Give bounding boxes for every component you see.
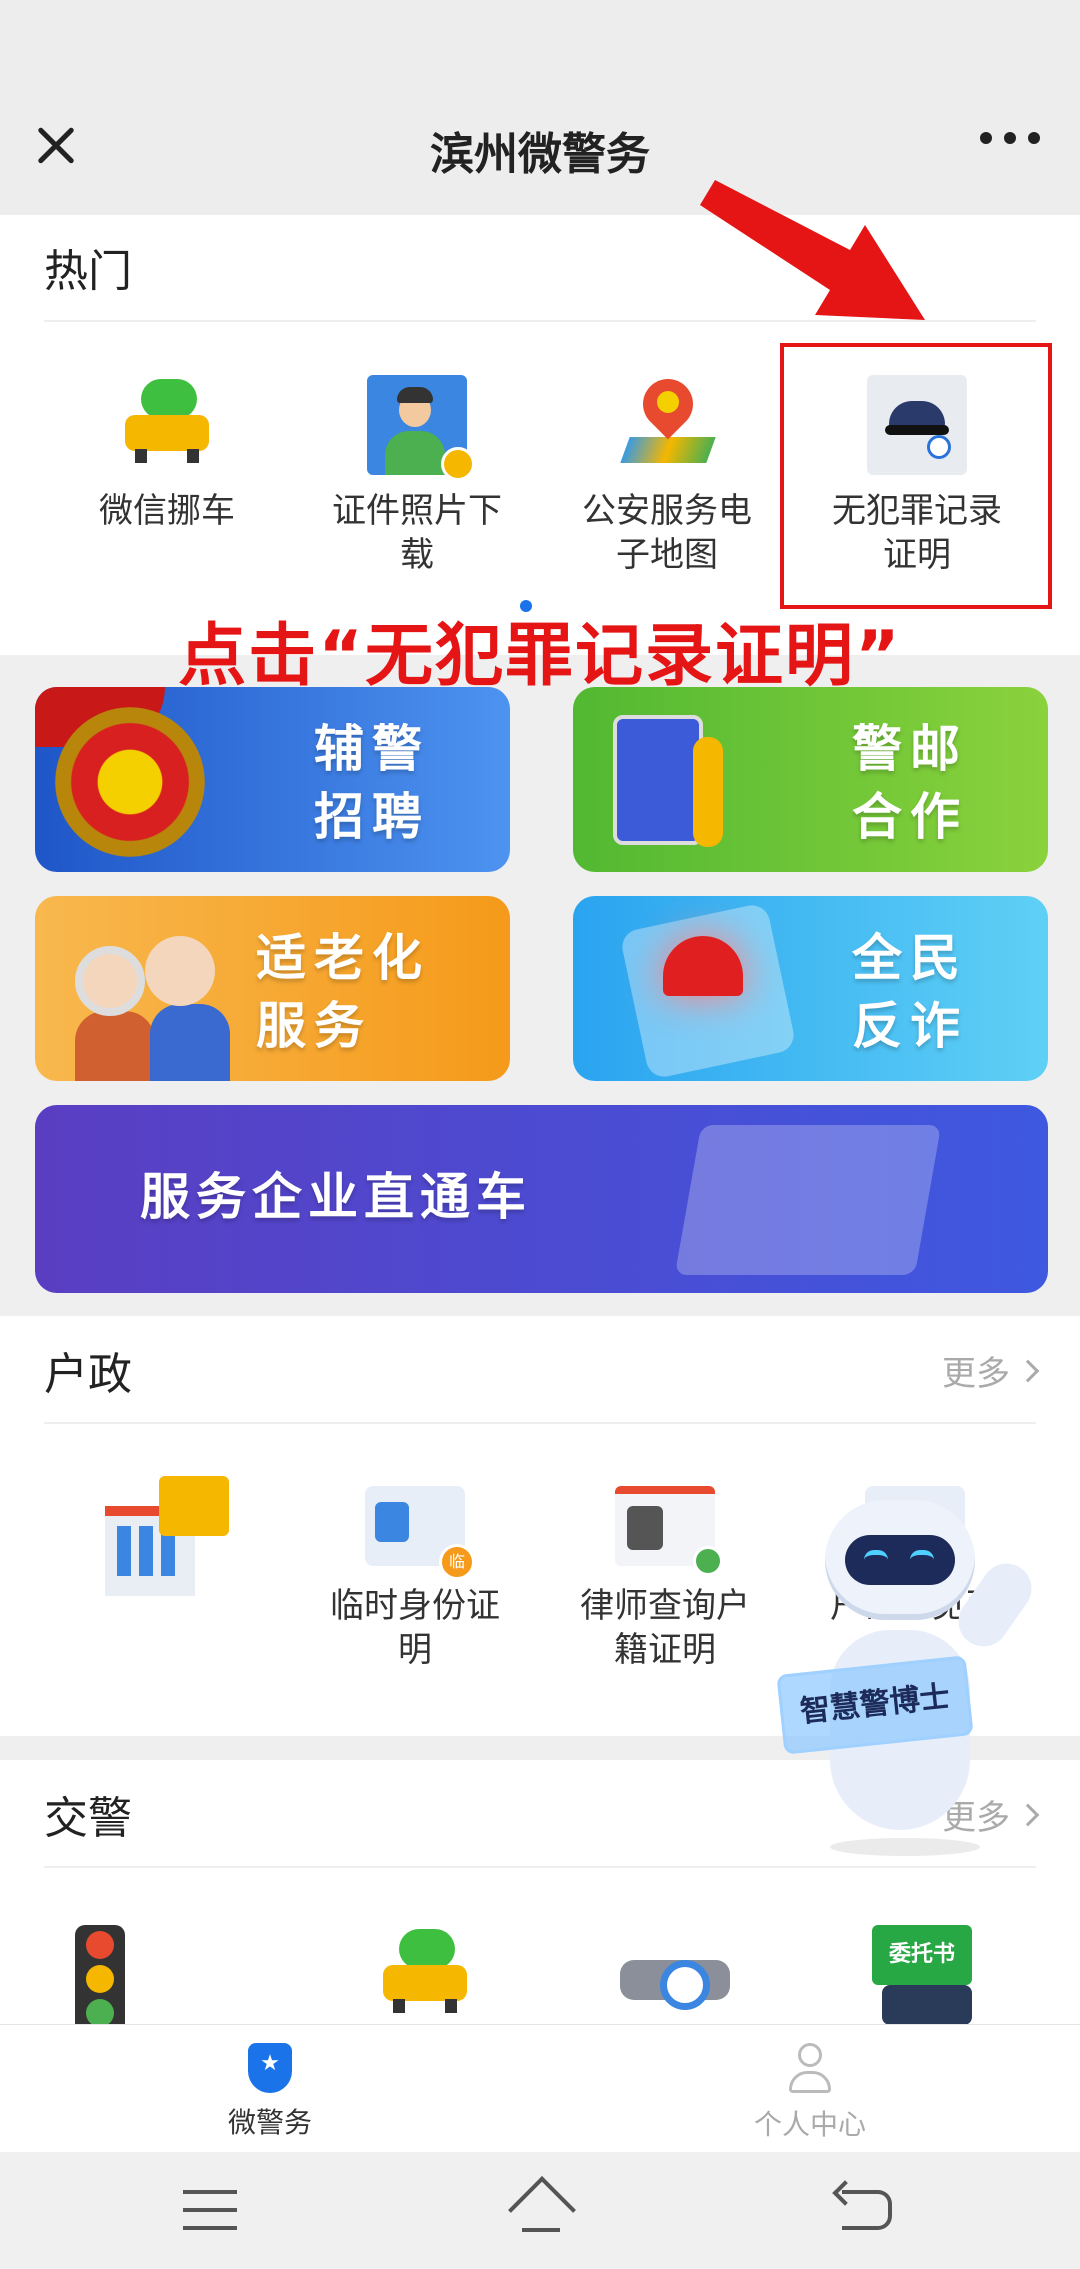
bottom-tab-bar: 微警务 个人中心 — [0, 2024, 1080, 2152]
traffic-light-icon[interactable] — [75, 1925, 125, 2035]
household-item-temp-id[interactable]: 临 临时身份证明 — [290, 1486, 540, 1672]
divider — [44, 1866, 1036, 1868]
divider — [44, 1422, 1036, 1424]
tab-label: 微警务 — [227, 2106, 312, 2139]
building-icon — [95, 1476, 229, 1596]
police-shield-icon — [248, 2043, 292, 2093]
temp-id-icon: 临 — [365, 1486, 475, 1580]
police-emblem-icon — [55, 707, 205, 857]
elderly-couple-illustration — [65, 926, 255, 1081]
section-title-hot: 热门 — [44, 246, 132, 297]
hot-item-wechat-move-car[interactable]: 微信挪车 — [42, 375, 292, 577]
back-icon[interactable] — [842, 2190, 892, 2230]
red-arrow-annotation — [700, 180, 925, 320]
banner-text: 全民 反诈 — [852, 929, 968, 1055]
phone-illustration — [613, 715, 703, 845]
hot-item-label: 证件照片下载 — [332, 491, 502, 575]
household-item-label: 临时身份证明 — [330, 1586, 500, 1670]
system-nav-bar — [0, 2152, 1080, 2269]
page-title: 滨州微警务 — [430, 129, 650, 180]
chevron-right-icon — [1016, 1359, 1040, 1382]
banner-auxiliary-police-recruit[interactable]: 辅警 招聘 — [35, 687, 510, 872]
section-title-household: 户政 — [44, 1349, 132, 1400]
more-link[interactable]: 更多 — [942, 1346, 1040, 1395]
banner-police-post-cooperation[interactable]: 警邮 合作 — [573, 687, 1048, 872]
tab-micro-police[interactable]: 微警务 — [170, 2043, 370, 2141]
household-item-building[interactable] — [55, 1476, 255, 1596]
hot-item-police-map[interactable]: 公安服务电子地图 — [542, 368, 792, 577]
police-map-icon — [617, 368, 717, 475]
household-item-label: 律师查询户籍证明 — [580, 1586, 750, 1670]
more-options-icon[interactable] — [980, 132, 1040, 144]
tab-personal-center[interactable]: 个人中心 — [710, 2043, 910, 2143]
person-illustration — [693, 737, 723, 847]
tab-label: 个人中心 — [753, 2108, 866, 2141]
annotation-text: 点击“无犯罪记录证明” — [178, 617, 902, 696]
hot-item-label: 公安服务电子地图 — [582, 491, 752, 575]
lawyer-query-icon — [615, 1486, 723, 1576]
user-icon — [787, 2043, 833, 2095]
vehicle-search-icon[interactable] — [620, 1940, 730, 2010]
hot-item-id-photo-download[interactable]: 证件照片下载 — [292, 375, 542, 577]
wechat-car-icon[interactable] — [375, 1925, 475, 2025]
dashboard-illustration — [674, 1125, 942, 1275]
home-icon[interactable] — [510, 2180, 572, 2236]
banner-text: 辅警 招聘 — [314, 720, 430, 846]
highlight-box — [780, 343, 1052, 609]
banner-elderly-friendly-service[interactable]: 适老化 服务 — [35, 896, 510, 1081]
banner-text: 适老化 服务 — [256, 929, 430, 1055]
smart-assistant-robot[interactable]: 智慧警博士 — [776, 1480, 1050, 1860]
household-item-lawyer-query[interactable]: 律师查询户籍证明 — [540, 1486, 790, 1672]
section-title-traffic: 交警 — [44, 1793, 132, 1844]
hot-item-label: 微信挪车 — [99, 491, 235, 531]
banner-text: 警邮 合作 — [852, 720, 968, 846]
power-of-attorney-icon[interactable]: 委托书 — [872, 1925, 982, 2035]
id-photo-download-icon — [367, 375, 475, 481]
banner-enterprise-express[interactable]: 服务企业直通车 — [35, 1105, 1048, 1293]
banner-anti-fraud[interactable]: 全民 反诈 — [573, 896, 1048, 1081]
menu-icon[interactable] — [183, 2190, 237, 2230]
wechat-car-icon — [117, 375, 217, 475]
banner-text: 服务企业直通车 — [140, 1168, 532, 1226]
